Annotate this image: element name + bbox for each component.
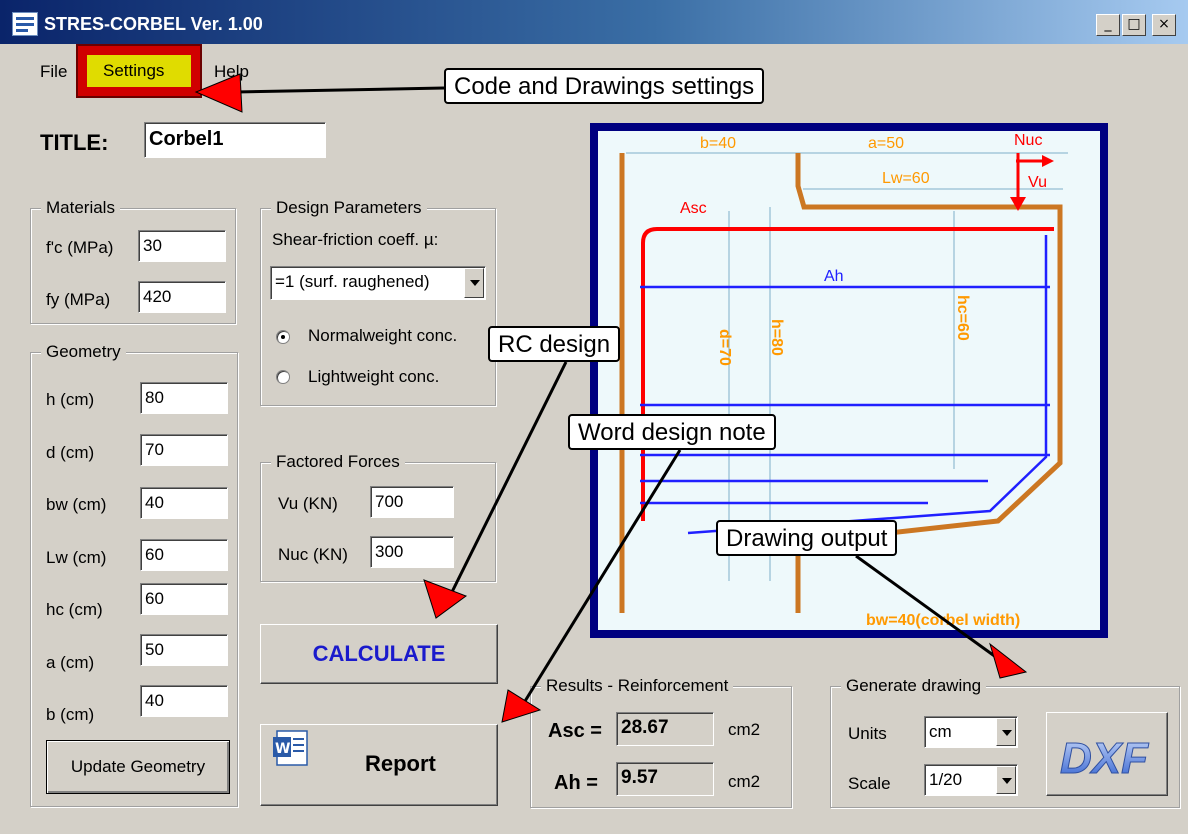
report-button-label: Report [365,751,436,776]
label-hc: hc=60 [954,295,971,341]
label-lw: Lw=60 [882,170,930,187]
label-h: h=80 [768,319,785,356]
scale-label: Scale [848,774,891,793]
ah-result: 9.57 [616,762,714,796]
label-a: a=50 [868,135,904,152]
window-title: STRES-CORBEL Ver. 1.00 [44,14,263,34]
a-input[interactable]: 50 [140,634,228,666]
title-bar[interactable]: STRES-CORBEL Ver. 1.00 _ □ × [0,0,1188,44]
vu-input[interactable]: 700 [370,486,454,518]
label-ah: Ah [824,268,844,285]
menu-help[interactable]: Help [214,62,249,82]
nuc-label: Nuc (KN) [278,545,348,564]
h-input[interactable]: 80 [140,382,228,414]
materials-group-title: Materials [41,198,120,218]
scale-select-value: 1/20 [929,770,963,789]
d-input[interactable]: 70 [140,434,228,466]
settings-highlight-inner: Settings [87,55,191,87]
svg-text:W: W [275,741,290,757]
b-label: b (cm) [46,705,95,724]
ah-label: Ah = [554,772,598,794]
calculate-button[interactable]: CALCULATE [260,624,498,684]
label-vu: Vu [1028,174,1047,191]
dxf-icon: DXF [1060,734,1150,784]
normalweight-radio[interactable] [276,330,290,344]
menu-settings[interactable]: Settings [103,61,164,81]
label-b: b=40 [700,135,736,152]
mu-label: Shear-friction coeff. µ: [272,230,439,249]
lightweight-radio[interactable] [276,370,290,384]
app-icon [12,12,38,36]
geometry-group: Geometry [30,342,238,807]
menu-file[interactable]: File [40,62,67,82]
chevron-down-icon[interactable] [996,766,1016,794]
hc-label: hc (cm) [46,600,103,619]
fc-label: f'c (MPa) [46,238,114,257]
fy-label: fy (MPa) [46,290,111,309]
arrow-settings-line [235,86,445,94]
ah-unit: cm2 [728,772,761,791]
bw-label: bw (cm) [46,495,107,514]
forces-group-title: Factored Forces [271,452,405,472]
geometry-group-title: Geometry [41,342,126,362]
chevron-down-icon[interactable] [996,718,1016,746]
nuc-arrow-head [1042,155,1054,167]
mu-select-value: =1 (surf. raughened) [275,272,430,291]
label-bw: bw=40(corbel width) [866,612,1020,629]
mu-select[interactable]: =1 (surf. raughened) [270,266,486,300]
close-button[interactable]: × [1152,14,1176,36]
report-button[interactable]: W Report [260,724,498,806]
scale-select[interactable]: 1/20 [924,764,1018,796]
fc-input[interactable]: 30 [138,230,226,262]
corbel-front-rebar [687,235,1048,535]
update-geometry-button[interactable]: Update Geometry [46,740,230,794]
lw-input[interactable]: 60 [140,539,228,571]
drawing-panel: b=40 a=50 Lw=60 Nuc Vu Asc Ah d=70 h=80 … [590,123,1108,638]
results-group-title: Results - Reinforcement [541,676,734,696]
asc-result: 28.67 [616,712,714,746]
normalweight-label: Normalweight conc. [308,326,458,345]
generate-group-title: Generate drawing [841,676,987,696]
asc-unit: cm2 [728,720,761,739]
units-select[interactable]: cm [924,716,1018,748]
asc-rebar [641,227,1054,521]
callout-rc-design: RC design [488,326,621,362]
settings-highlight: Settings [76,44,202,98]
chevron-down-icon[interactable] [464,268,484,298]
hc-input[interactable]: 60 [140,583,228,615]
maximize-button[interactable]: □ [1122,14,1146,36]
units-label: Units [848,724,887,743]
dxf-icon-label: DXF [1060,734,1149,783]
minimize-button[interactable]: _ [1096,14,1120,36]
arrow-rc-head [423,579,468,619]
label-asc: Asc [680,200,707,217]
asc-label: Asc = [548,720,602,742]
callout-settings: Code and Drawings settings [444,68,765,104]
vu-label: Vu (KN) [278,494,338,513]
lw-label: Lw (cm) [46,548,107,567]
callout-drawing-output: Drawing output [716,520,898,556]
h-label: h (cm) [46,390,95,409]
d-label: d (cm) [46,443,95,462]
a-label: a (cm) [46,653,95,672]
lightweight-label: Lightweight conc. [308,367,440,386]
title-label: TITLE: [40,130,109,155]
fy-input[interactable]: 420 [138,281,226,313]
units-select-value: cm [929,722,952,741]
b-input[interactable]: 40 [140,685,228,717]
word-icon: W [273,730,308,766]
design-params-group-title: Design Parameters [271,198,427,218]
label-nuc: Nuc [1014,132,1042,149]
arrow-drawing-head [989,642,1028,679]
app-window: STRES-CORBEL Ver. 1.00 _ □ × File Settin… [0,0,1188,834]
title-input[interactable]: Corbel1 [144,122,326,158]
label-d: d=70 [716,329,733,366]
dxf-button[interactable]: DXF [1046,712,1168,796]
bw-input[interactable]: 40 [140,487,228,519]
nuc-input[interactable]: 300 [370,536,454,568]
callout-word-note: Word design note [568,414,776,450]
